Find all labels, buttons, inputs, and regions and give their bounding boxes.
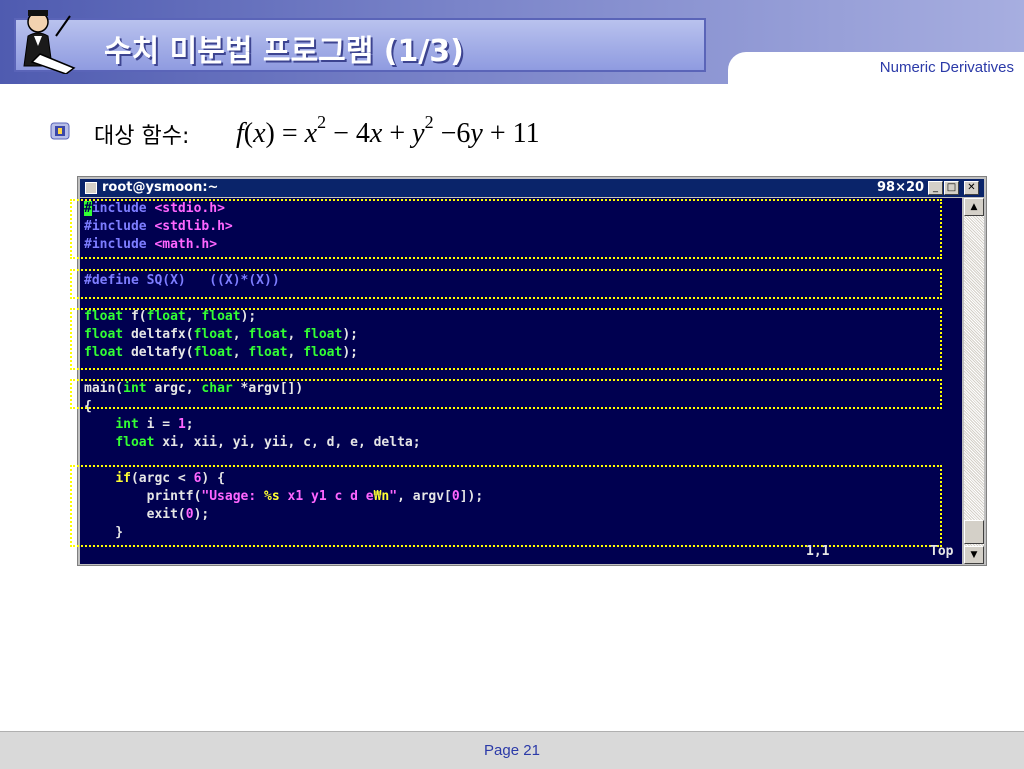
- formula-y-exp: 2: [424, 112, 434, 132]
- terminal-icon[interactable]: [85, 182, 97, 194]
- scroll-down-button[interactable]: ▼: [964, 546, 984, 564]
- highlight-define: [70, 269, 942, 299]
- page-number: Page 21: [484, 742, 540, 759]
- terminal-content[interactable]: #include <stdio.h> #include <stdlib.h> #in…: [70, 198, 962, 564]
- scroll-position: Top: [930, 544, 954, 559]
- code-token: int: [115, 417, 139, 432]
- formula-op2: +: [389, 118, 406, 149]
- formula-op4: +: [489, 118, 506, 149]
- maximize-button[interactable]: □: [944, 181, 959, 195]
- code-line: float xi, xii, yi, yii, c, d, e, delta;: [84, 434, 483, 452]
- scholar-writing-icon: [23, 10, 76, 74]
- cursor-position: 1,1: [806, 544, 830, 559]
- formula-coef6: 6: [456, 118, 471, 149]
- close-button[interactable]: ✕: [964, 181, 979, 195]
- page-title: 수치 미분법 프로그램 (1/3): [104, 34, 464, 69]
- function-formula: f(x) = x2 − 4x + y2 −6y + 11: [236, 112, 540, 149]
- formula-op1: −: [333, 118, 349, 149]
- formula-func: f: [236, 118, 244, 149]
- terminal-title: root@ysmoon:~: [102, 180, 219, 195]
- formula-coef4: 4: [355, 118, 370, 149]
- minimize-button[interactable]: _: [928, 181, 943, 195]
- bullet-emblem-icon: [50, 122, 70, 140]
- code-token: float: [115, 435, 155, 450]
- title-box: 수치 미분법 프로그램 (1/3): [14, 18, 706, 72]
- scroll-up-button[interactable]: ▲: [964, 198, 984, 216]
- formula-x-exp: 2: [317, 112, 327, 132]
- code-token: ;: [185, 417, 194, 432]
- subtitle-text: Numeric Derivatives: [879, 59, 1014, 76]
- highlight-prototypes: [70, 308, 942, 370]
- highlight-includes: [70, 199, 942, 259]
- highlight-usage-check: [70, 465, 942, 547]
- code-token: xi, xii, yi, yii, c, d, e, delta;: [154, 435, 421, 450]
- bullet-label: 대상 함수:: [94, 124, 190, 149]
- terminal-titlebar[interactable]: root@ysmoon:~ 98×20 _ □ ✕: [80, 179, 984, 197]
- terminal-window: root@ysmoon:~ 98×20 _ □ ✕ #include <stdi…: [70, 176, 987, 566]
- formula-equals: =: [281, 118, 298, 149]
- formula-const: 11: [512, 118, 540, 149]
- formula-arg: x: [253, 118, 266, 149]
- formula-x: x: [304, 118, 318, 149]
- formula-y2: y: [470, 118, 483, 149]
- code-token: 1: [177, 417, 186, 432]
- formula-x2: x: [369, 118, 383, 149]
- code-line: int i = 1;: [84, 416, 483, 434]
- highlight-main: [70, 379, 942, 409]
- formula-op3: −: [440, 118, 457, 149]
- scrollbar[interactable]: ▲ ▼: [964, 198, 984, 564]
- scroll-thumb[interactable]: [964, 520, 984, 544]
- code-token: i =: [138, 417, 178, 432]
- footer: Page 21: [0, 731, 1024, 769]
- terminal-size: 98×20: [877, 180, 925, 195]
- formula-y: y: [412, 118, 425, 149]
- subtitle-tab: Numeric Derivatives: [728, 52, 1024, 86]
